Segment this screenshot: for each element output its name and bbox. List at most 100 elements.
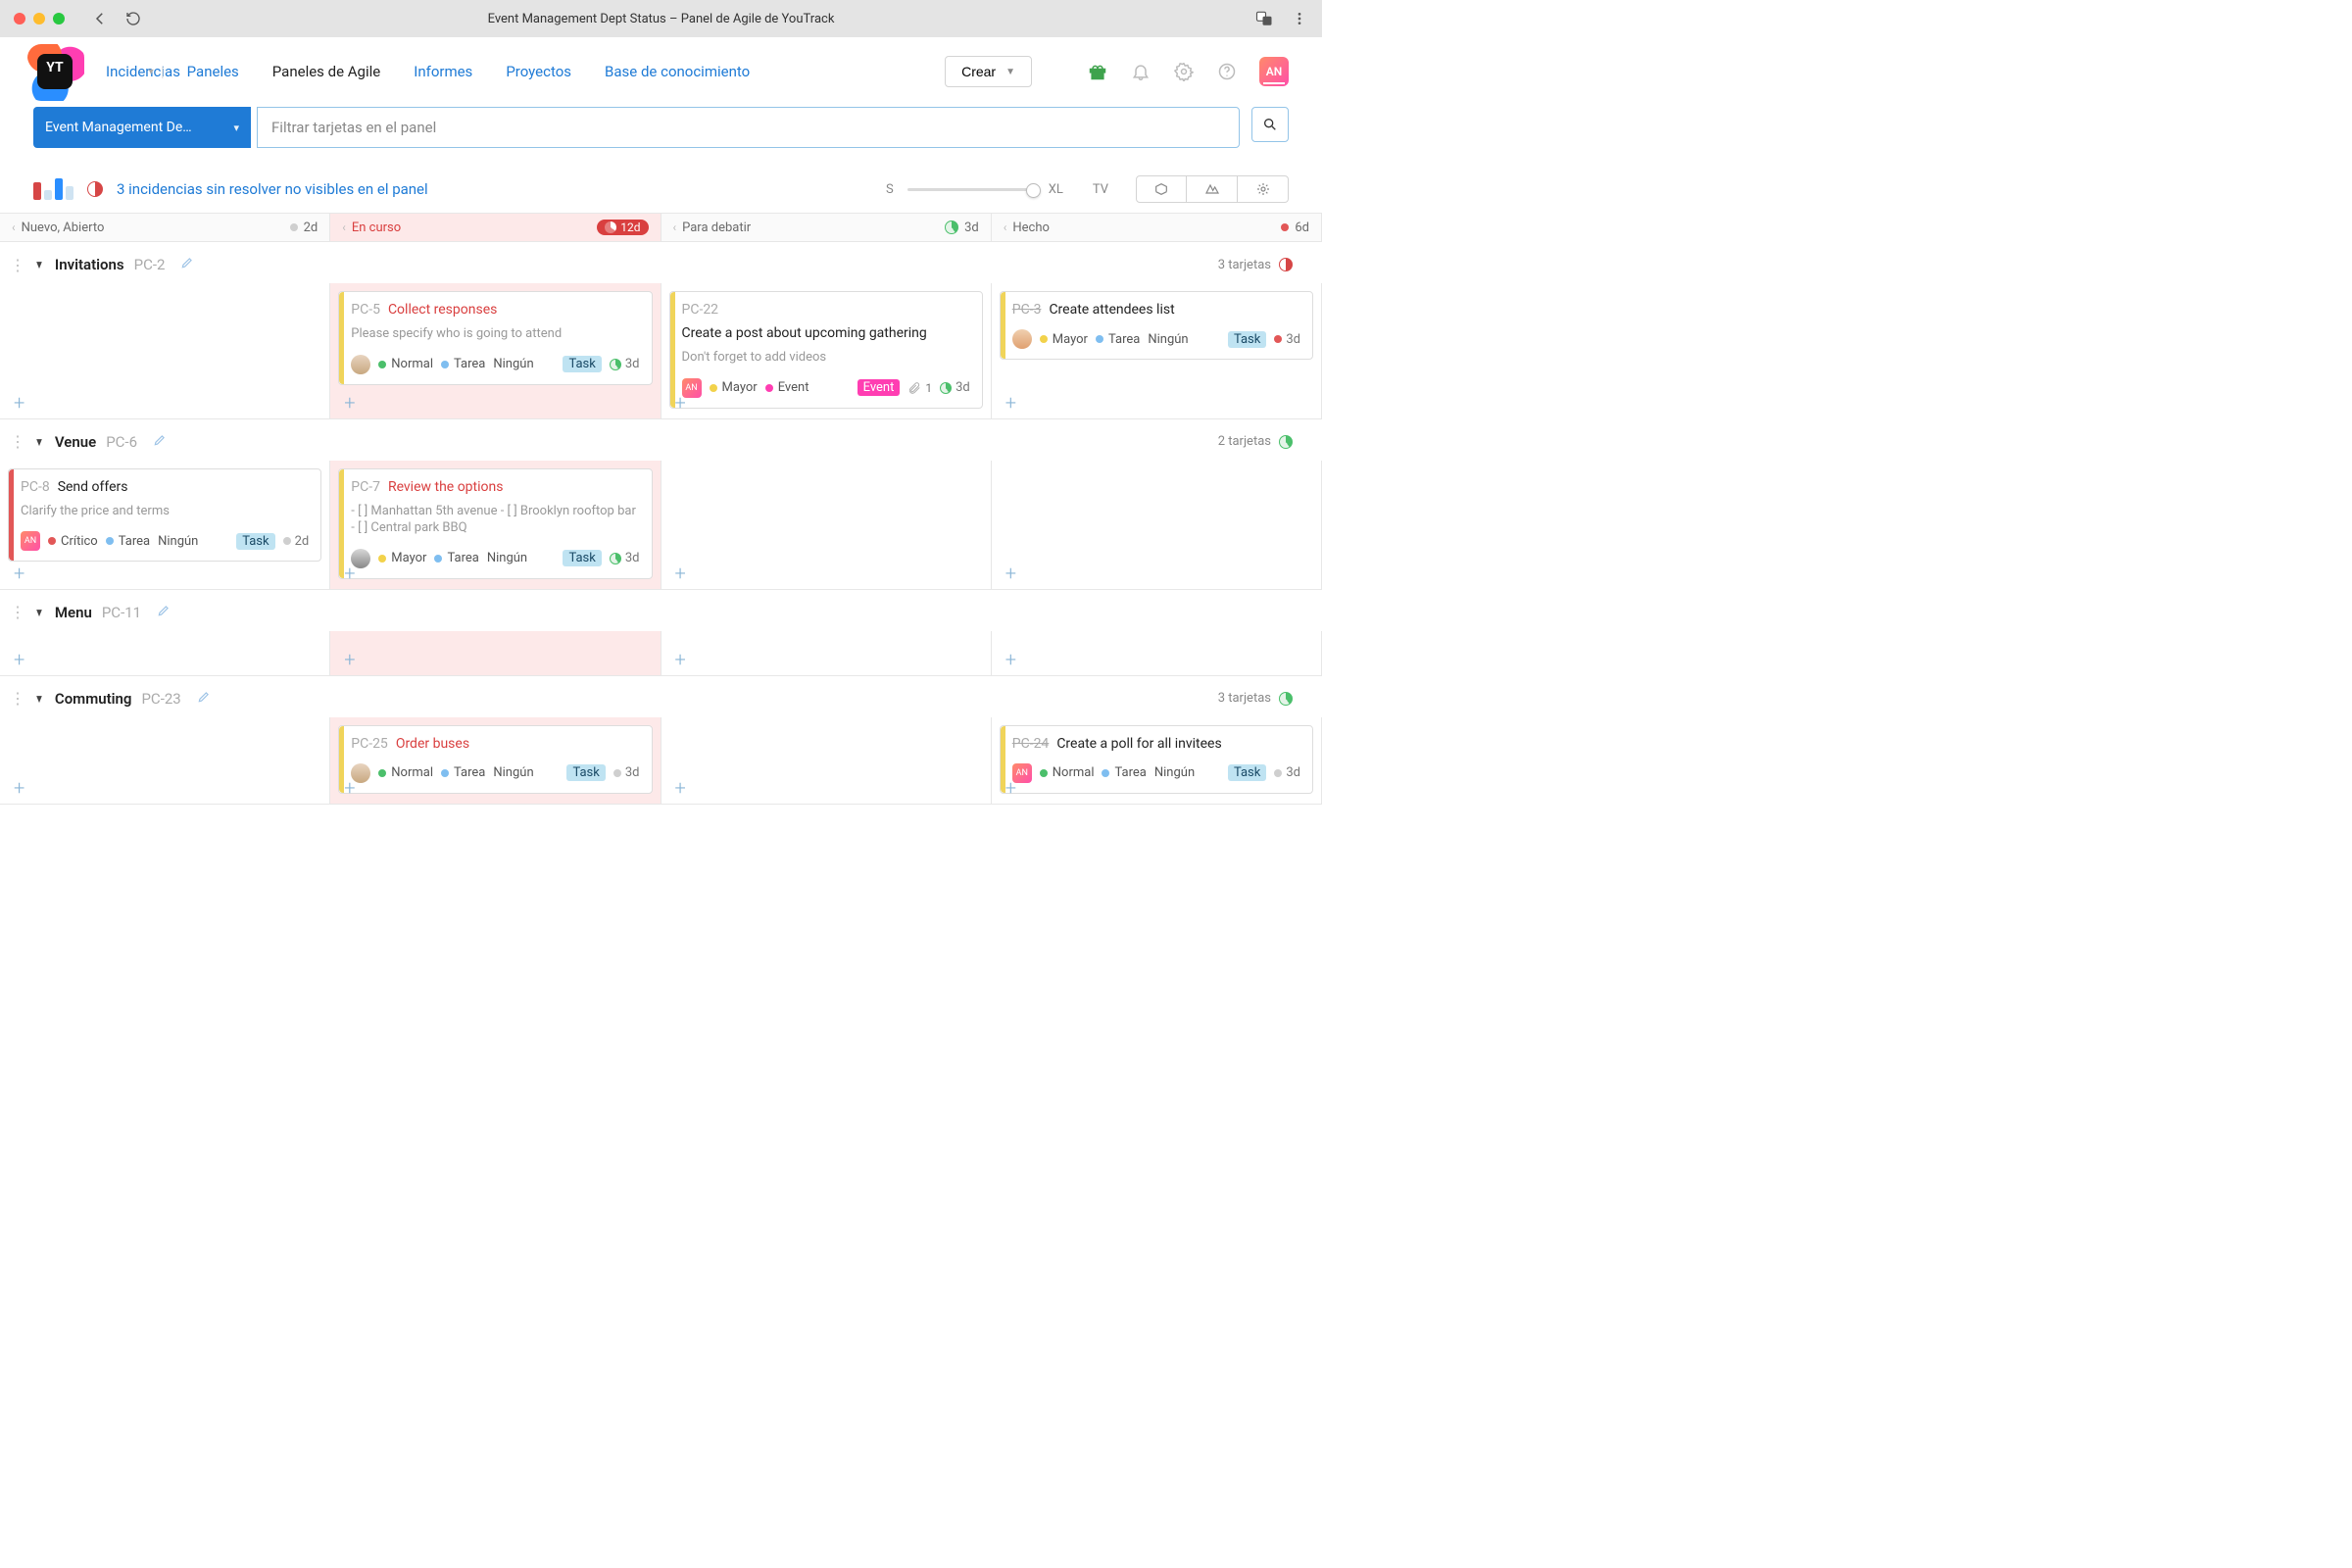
add-card-button[interactable]: +	[675, 650, 686, 669]
user-avatar[interactable]: AN	[1259, 57, 1289, 86]
nav-reports[interactable]: Informes	[414, 63, 472, 80]
column-header[interactable]: ‹ Nuevo, Abierto 2d	[0, 214, 330, 241]
gift-icon[interactable]	[1087, 61, 1108, 82]
attachments-count[interactable]: 1	[907, 381, 932, 395]
add-card-button[interactable]: +	[675, 778, 686, 798]
board-cell[interactable]: +	[662, 717, 992, 805]
add-card-button[interactable]: +	[675, 393, 686, 413]
add-card-button[interactable]: +	[344, 393, 355, 413]
card[interactable]: PC-24 Create a poll for all invitees AN …	[1000, 725, 1313, 794]
close-window-icon[interactable]	[14, 13, 25, 24]
tag-task[interactable]: Task	[563, 356, 601, 372]
card-title[interactable]: Review the options	[388, 479, 504, 495]
edit-icon[interactable]	[157, 604, 171, 621]
card-id[interactable]: PC-7	[351, 479, 380, 495]
card[interactable]: PC-3 Create attendees list Mayor Tarea N…	[1000, 291, 1313, 360]
board-cell[interactable]: PC-25 Order buses Normal Tarea Ningún Ta…	[330, 717, 661, 805]
chevron-down-icon[interactable]: ▾	[149, 67, 154, 77]
nav-dashboards[interactable]: Paneles	[187, 63, 239, 80]
card[interactable]: PC-7 Review the options - [ ] Manhattan …	[338, 468, 652, 579]
backlog-icon[interactable]	[1187, 175, 1238, 203]
reload-button[interactable]	[123, 9, 143, 28]
back-button[interactable]	[90, 9, 110, 28]
nav-issues[interactable]: Incidencias | ▾	[106, 63, 154, 80]
collapse-icon[interactable]: ▼	[34, 435, 44, 449]
add-card-button[interactable]: +	[344, 650, 355, 669]
nav-agile-boards[interactable]: Paneles de Agile	[272, 63, 380, 80]
card[interactable]: PC-22 Create a post about upcoming gathe…	[669, 291, 983, 409]
add-card-button[interactable]: +	[675, 564, 686, 583]
unresolved-link[interactable]: 3 incidencias sin resolver no visibles e…	[117, 180, 428, 198]
drag-handle-icon[interactable]: ⋮	[10, 603, 24, 621]
chevron-left-icon[interactable]: ‹	[342, 220, 346, 234]
nav-projects[interactable]: Proyectos	[506, 63, 571, 80]
column-header[interactable]: ‹ En curso 12d	[330, 214, 661, 241]
search-button[interactable]	[1251, 107, 1289, 142]
chart-icon[interactable]	[33, 178, 74, 200]
board-cell[interactable]: +	[992, 631, 1322, 676]
swimlane-header[interactable]: ⋮ ▼ Venue PC-6 2 tarjetas	[0, 423, 1322, 461]
column-header[interactable]: ‹ Para debatir 3d	[662, 214, 992, 241]
card-id[interactable]: PC-8	[21, 479, 50, 495]
card-title[interactable]: Create a post about upcoming gathering	[682, 325, 927, 341]
edit-icon[interactable]	[197, 690, 211, 708]
board-cell[interactable]: +	[0, 717, 330, 805]
collapse-icon[interactable]: ▼	[34, 692, 44, 706]
assignee-avatar[interactable]	[1012, 329, 1032, 349]
card-title[interactable]: Create attendees list	[1049, 302, 1174, 318]
swimlane-header[interactable]: ⋮ ▼ Menu PC-11	[0, 594, 1322, 631]
collapse-icon[interactable]: ▼	[34, 258, 44, 271]
drag-handle-icon[interactable]: ⋮	[10, 256, 24, 274]
add-card-button[interactable]: +	[14, 393, 24, 413]
add-card-button[interactable]: +	[1005, 393, 1016, 413]
add-card-button[interactable]: +	[344, 778, 355, 798]
chevron-left-icon[interactable]: ‹	[673, 220, 677, 234]
sprint-icon[interactable]	[1136, 175, 1187, 203]
board-picker[interactable]: Event Management De… ▾	[33, 107, 251, 148]
tag-task[interactable]: Task	[563, 550, 601, 566]
drag-handle-icon[interactable]: ⋮	[10, 432, 24, 451]
tag-task[interactable]: Task	[236, 533, 274, 550]
card-title[interactable]: Collect responses	[388, 302, 497, 318]
add-card-button[interactable]: +	[1005, 778, 1016, 798]
card[interactable]: PC-5 Collect responses Please specify wh…	[338, 291, 652, 385]
menu-icon[interactable]	[1291, 10, 1308, 27]
add-card-button[interactable]: +	[344, 564, 355, 583]
card[interactable]: PC-8 Send offers Clarify the price and t…	[8, 468, 321, 563]
board-cell[interactable]: PC-8 Send offers Clarify the price and t…	[0, 461, 330, 590]
board-cell[interactable]: +	[0, 631, 330, 676]
translate-icon[interactable]	[1255, 10, 1273, 27]
assignee-avatar[interactable]: AN	[21, 531, 40, 551]
board-cell[interactable]: +	[992, 461, 1322, 590]
filter-input[interactable]: Filtrar tarjetas en el panel	[257, 107, 1240, 148]
add-card-button[interactable]: +	[14, 778, 24, 798]
minimize-window-icon[interactable]	[33, 13, 45, 24]
add-card-button[interactable]: +	[14, 650, 24, 669]
board-cell[interactable]: +	[662, 461, 992, 590]
help-icon[interactable]	[1216, 61, 1238, 82]
card-id[interactable]: PC-24	[1012, 736, 1050, 752]
card-title[interactable]: Order buses	[396, 736, 469, 752]
tag-task[interactable]: Task	[1228, 764, 1266, 781]
card-title[interactable]: Send offers	[58, 479, 128, 495]
collapse-icon[interactable]: ▼	[34, 606, 44, 619]
board-cell[interactable]: PC-22 Create a post about upcoming gathe…	[662, 283, 992, 419]
board-cell[interactable]: +	[330, 631, 661, 676]
assignee-avatar[interactable]	[351, 355, 370, 374]
chevron-left-icon[interactable]: ‹	[1004, 220, 1007, 234]
bell-icon[interactable]	[1130, 61, 1152, 82]
card-id[interactable]: PC-3	[1012, 302, 1042, 318]
app-logo[interactable]: YT	[33, 50, 76, 93]
tv-mode-button[interactable]: TV	[1093, 182, 1108, 197]
card-id[interactable]: PC-22	[682, 302, 719, 318]
window-controls[interactable]	[14, 13, 65, 24]
card-size-slider[interactable]	[907, 188, 1035, 191]
board-cell[interactable]: PC-24 Create a poll for all invitees AN …	[992, 717, 1322, 805]
swimlane-header[interactable]: ⋮ ▼ Commuting PC-23 3 tarjetas	[0, 680, 1322, 717]
board-cell[interactable]: PC-5 Collect responses Please specify wh…	[330, 283, 661, 419]
edit-icon[interactable]	[153, 433, 167, 451]
add-card-button[interactable]: +	[14, 564, 24, 583]
tag-task[interactable]: Task	[566, 764, 605, 781]
card-id[interactable]: PC-5	[351, 302, 380, 318]
tag-task[interactable]: Task	[1228, 331, 1266, 348]
